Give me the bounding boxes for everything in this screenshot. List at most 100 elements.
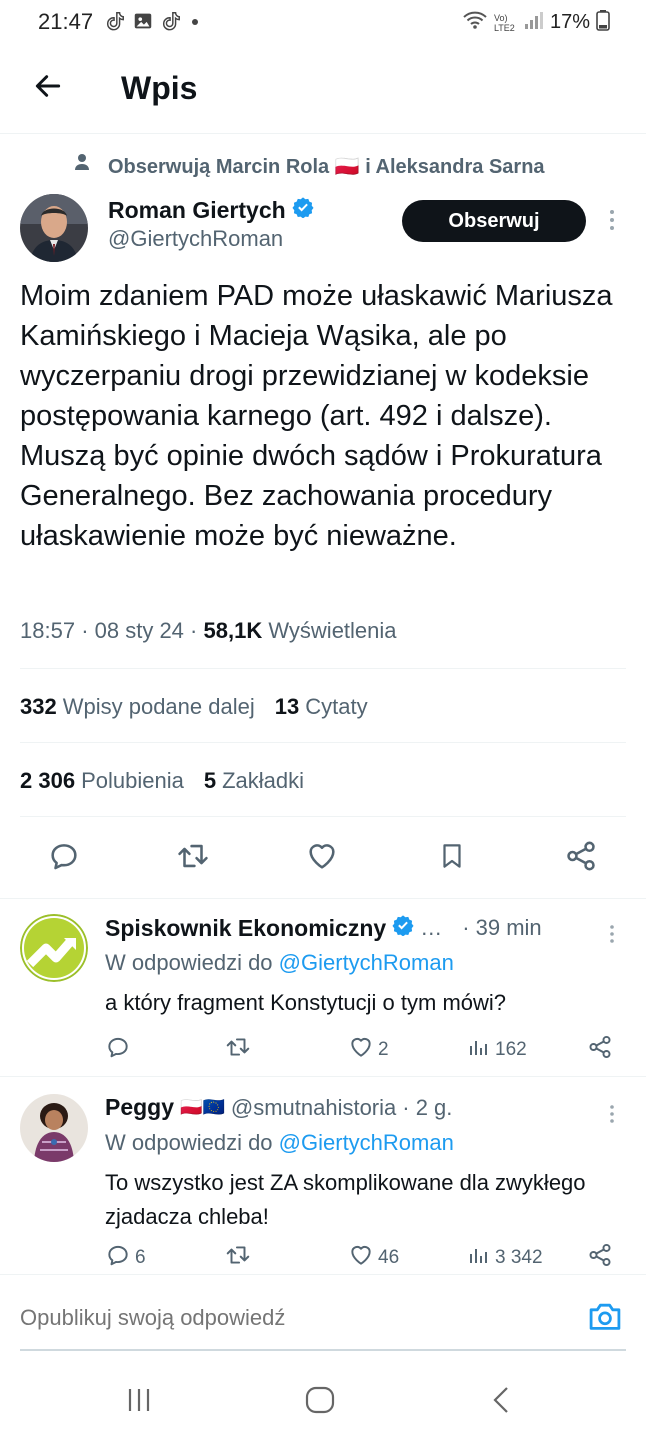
- reply-header: Peggy 🇵🇱🇪🇺 @smutnahistoria · 2 g.: [105, 1094, 452, 1121]
- tweet-text: Moim zdaniem PAD może ułaskawić Mariusza…: [20, 280, 613, 552]
- share-icon: [587, 1034, 613, 1066]
- reply-author-name[interactable]: Spiskownik Ekonomiczny: [105, 915, 386, 942]
- retweet-button[interactable]: [225, 1242, 255, 1274]
- quotes-stat[interactable]: 13 Cytaty: [275, 694, 368, 720]
- views-icon: [467, 1242, 491, 1274]
- reply-tweet[interactable]: Peggy 🇵🇱🇪🇺 @smutnahistoria · 2 g. W odpo…: [0, 1094, 646, 1274]
- retweet-button[interactable]: [173, 836, 213, 880]
- like-button[interactable]: 2: [348, 1034, 389, 1066]
- bookmark-button[interactable]: [432, 836, 472, 880]
- reply-button[interactable]: [105, 1034, 135, 1066]
- views-count: 162: [495, 1039, 527, 1060]
- reply-actions: 6 46 3 342: [105, 1242, 625, 1272]
- reply-flags: 🇵🇱🇪🇺: [180, 1097, 225, 1117]
- views-button[interactable]: 162: [467, 1034, 527, 1066]
- in-reply-to-link[interactable]: @GiertychRoman: [279, 1130, 454, 1155]
- views-count: 58,1K: [203, 618, 263, 643]
- retweet-icon: [175, 839, 211, 878]
- reply-author-handle[interactable]: @smutnahistoria: [231, 1095, 396, 1121]
- reply-author-name[interactable]: Peggy: [105, 1094, 174, 1121]
- retweet-icon: [225, 1242, 251, 1274]
- divider: [0, 1076, 646, 1077]
- share-button[interactable]: [561, 836, 601, 880]
- social-context-text: Obserwują Marcin Rola 🇵🇱 i Aleksandra Sa…: [108, 156, 545, 178]
- back-button[interactable]: [28, 68, 68, 108]
- reply-button[interactable]: 6: [105, 1242, 146, 1274]
- status-time: 21:47: [38, 9, 94, 34]
- bookmarks-stat[interactable]: 5 Zakładki: [204, 768, 304, 794]
- divider: [20, 668, 626, 669]
- avatar[interactable]: [20, 914, 88, 982]
- follow-button[interactable]: Obserwuj: [402, 200, 586, 242]
- verified-badge-icon: [392, 914, 414, 942]
- divider: [20, 742, 626, 743]
- reply-icon: [47, 839, 81, 878]
- share-icon: [587, 1242, 613, 1274]
- like-button[interactable]: [302, 836, 342, 880]
- views-count: 3 342: [495, 1247, 543, 1268]
- tweet-meta: 18:57 · 08 sty 24 · 58,1K Wyświetlenia: [20, 618, 397, 643]
- stats-row-1: 332 Wpisy podane dalej 13 Cytaty: [20, 694, 368, 720]
- top-header: Wpis: [0, 44, 646, 134]
- author-handle[interactable]: @GiertychRoman: [108, 226, 283, 252]
- recent-apps-button[interactable]: [114, 1382, 164, 1422]
- camera-icon: [586, 1303, 624, 1337]
- reply-composer: [0, 1274, 646, 1352]
- in-reply-to-link[interactable]: @GiertychRoman: [279, 950, 454, 975]
- recent-apps-icon: [124, 1385, 154, 1420]
- home-button[interactable]: [295, 1382, 345, 1422]
- reply-icon: [105, 1242, 131, 1274]
- views-button[interactable]: 3 342: [467, 1242, 543, 1274]
- chevron-left-icon: [489, 1384, 513, 1421]
- share-button[interactable]: [587, 1034, 613, 1066]
- verified-badge-icon: [292, 196, 314, 224]
- reply-text: To wszystko jest ZA skomplikowane dla zw…: [105, 1170, 586, 1229]
- person-icon: [72, 152, 92, 183]
- share-button[interactable]: [587, 1242, 613, 1274]
- share-icon: [564, 839, 598, 878]
- retweet-button[interactable]: [225, 1034, 255, 1066]
- bookmark-icon: [437, 839, 467, 878]
- reply-name-ellipsis: …: [420, 915, 443, 940]
- reply-tweet[interactable]: Spiskownik Ekonomiczny … · 39 min W odpo…: [0, 914, 646, 1074]
- tiktok-icon: [104, 10, 126, 37]
- views-label: Wyświetlenia: [268, 618, 397, 643]
- status-right: Vo) LTE2 17%: [462, 9, 610, 36]
- more-vertical-icon: [604, 925, 620, 950]
- in-reply-to: W odpowiedzi do @GiertychRoman: [105, 1130, 454, 1155]
- like-count: 2: [378, 1039, 389, 1060]
- reply-time[interactable]: · 39 min: [462, 915, 541, 941]
- battery-icon: [596, 9, 610, 36]
- back-nav-button[interactable]: [476, 1382, 526, 1422]
- camera-button[interactable]: [586, 1299, 624, 1338]
- author-name[interactable]: Roman Giertych: [108, 196, 314, 224]
- more-button[interactable]: [600, 206, 624, 239]
- reply-input[interactable]: [20, 1305, 540, 1331]
- avatar[interactable]: [20, 194, 88, 262]
- retweets-stat[interactable]: 332 Wpisy podane dalej: [20, 694, 255, 720]
- tweet-date[interactable]: 08 sty 24: [95, 618, 184, 643]
- social-context[interactable]: Obserwują Marcin Rola 🇵🇱 i Aleksandra Sa…: [0, 152, 646, 182]
- likes-stat[interactable]: 2 306 Polubienia: [20, 768, 184, 794]
- more-button[interactable]: [604, 922, 620, 951]
- dot-icon: [188, 10, 202, 37]
- more-button[interactable]: [604, 1102, 620, 1131]
- reply-time[interactable]: · 2 g.: [402, 1095, 452, 1121]
- composer-underline: [20, 1349, 626, 1351]
- divider: [0, 898, 646, 899]
- status-bar: 21:47 Vo) LTE2 17%: [0, 0, 646, 44]
- stats-row-2: 2 306 Polubienia 5 Zakładki: [20, 768, 304, 794]
- tweet-time[interactable]: 18:57: [20, 618, 75, 643]
- avatar[interactable]: [20, 1094, 88, 1162]
- reply-count: 6: [135, 1247, 146, 1268]
- reply-button[interactable]: [44, 836, 84, 880]
- gallery-icon: [132, 10, 154, 37]
- page-title: Wpis: [121, 70, 198, 106]
- tweet-author: Roman Giertych @GiertychRoman Obserwuj: [0, 192, 646, 264]
- like-count: 46: [378, 1247, 400, 1268]
- reply-text: a który fragment Konstytucji o tym mówi?: [105, 990, 507, 1015]
- in-reply-to: W odpowiedzi do @GiertychRoman: [105, 950, 454, 975]
- tiktok-icon: [160, 10, 182, 37]
- arrow-left-icon: [32, 70, 64, 107]
- like-button[interactable]: 46: [348, 1242, 399, 1274]
